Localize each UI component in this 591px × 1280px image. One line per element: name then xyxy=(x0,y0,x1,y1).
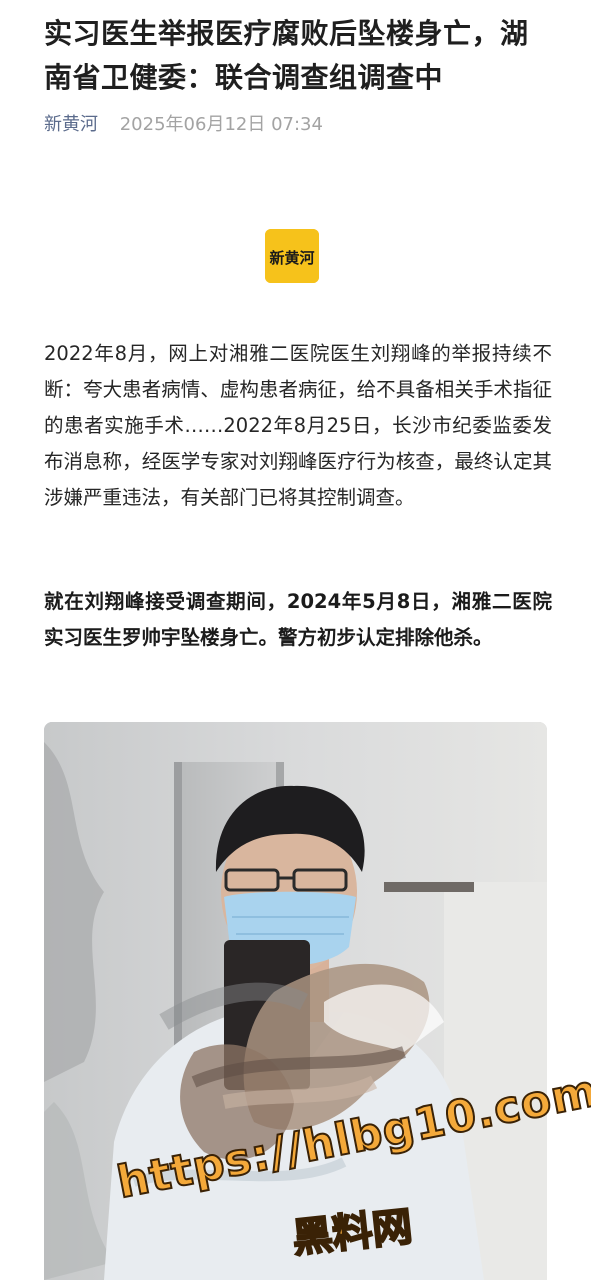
article-page: 实习医生举报医疗腐败后坠楼身亡，湖南省卫健委：联合调查组调查中 新黄河 2025… xyxy=(0,0,591,1280)
article-source[interactable]: 新黄河 xyxy=(44,114,98,135)
article-title: 实习医生举报医疗腐败后坠楼身亡，湖南省卫健委：联合调查组调查中 xyxy=(44,17,529,94)
paragraph-2-bold: 就在刘翔峰接受调查期间，2024年5月8日，湘雅二医院实习医生罗帅宇坠楼身亡。警… xyxy=(44,590,552,649)
article-photo[interactable] xyxy=(44,722,547,1280)
article-meta: 新黄河 2025年06月12日 07:34 xyxy=(44,112,323,138)
source-logo: 新黄河 xyxy=(265,229,319,283)
paragraph-1: 2022年8月，网上对湘雅二医院医生刘翔峰的举报持续不断：夸大患者病情、虚构患者… xyxy=(44,342,552,509)
logo-text: 新黄河 xyxy=(269,249,314,267)
brand-logo-icon: 新黄河 xyxy=(265,229,319,283)
article-date: 2025年06月12日 07:34 xyxy=(119,114,323,135)
